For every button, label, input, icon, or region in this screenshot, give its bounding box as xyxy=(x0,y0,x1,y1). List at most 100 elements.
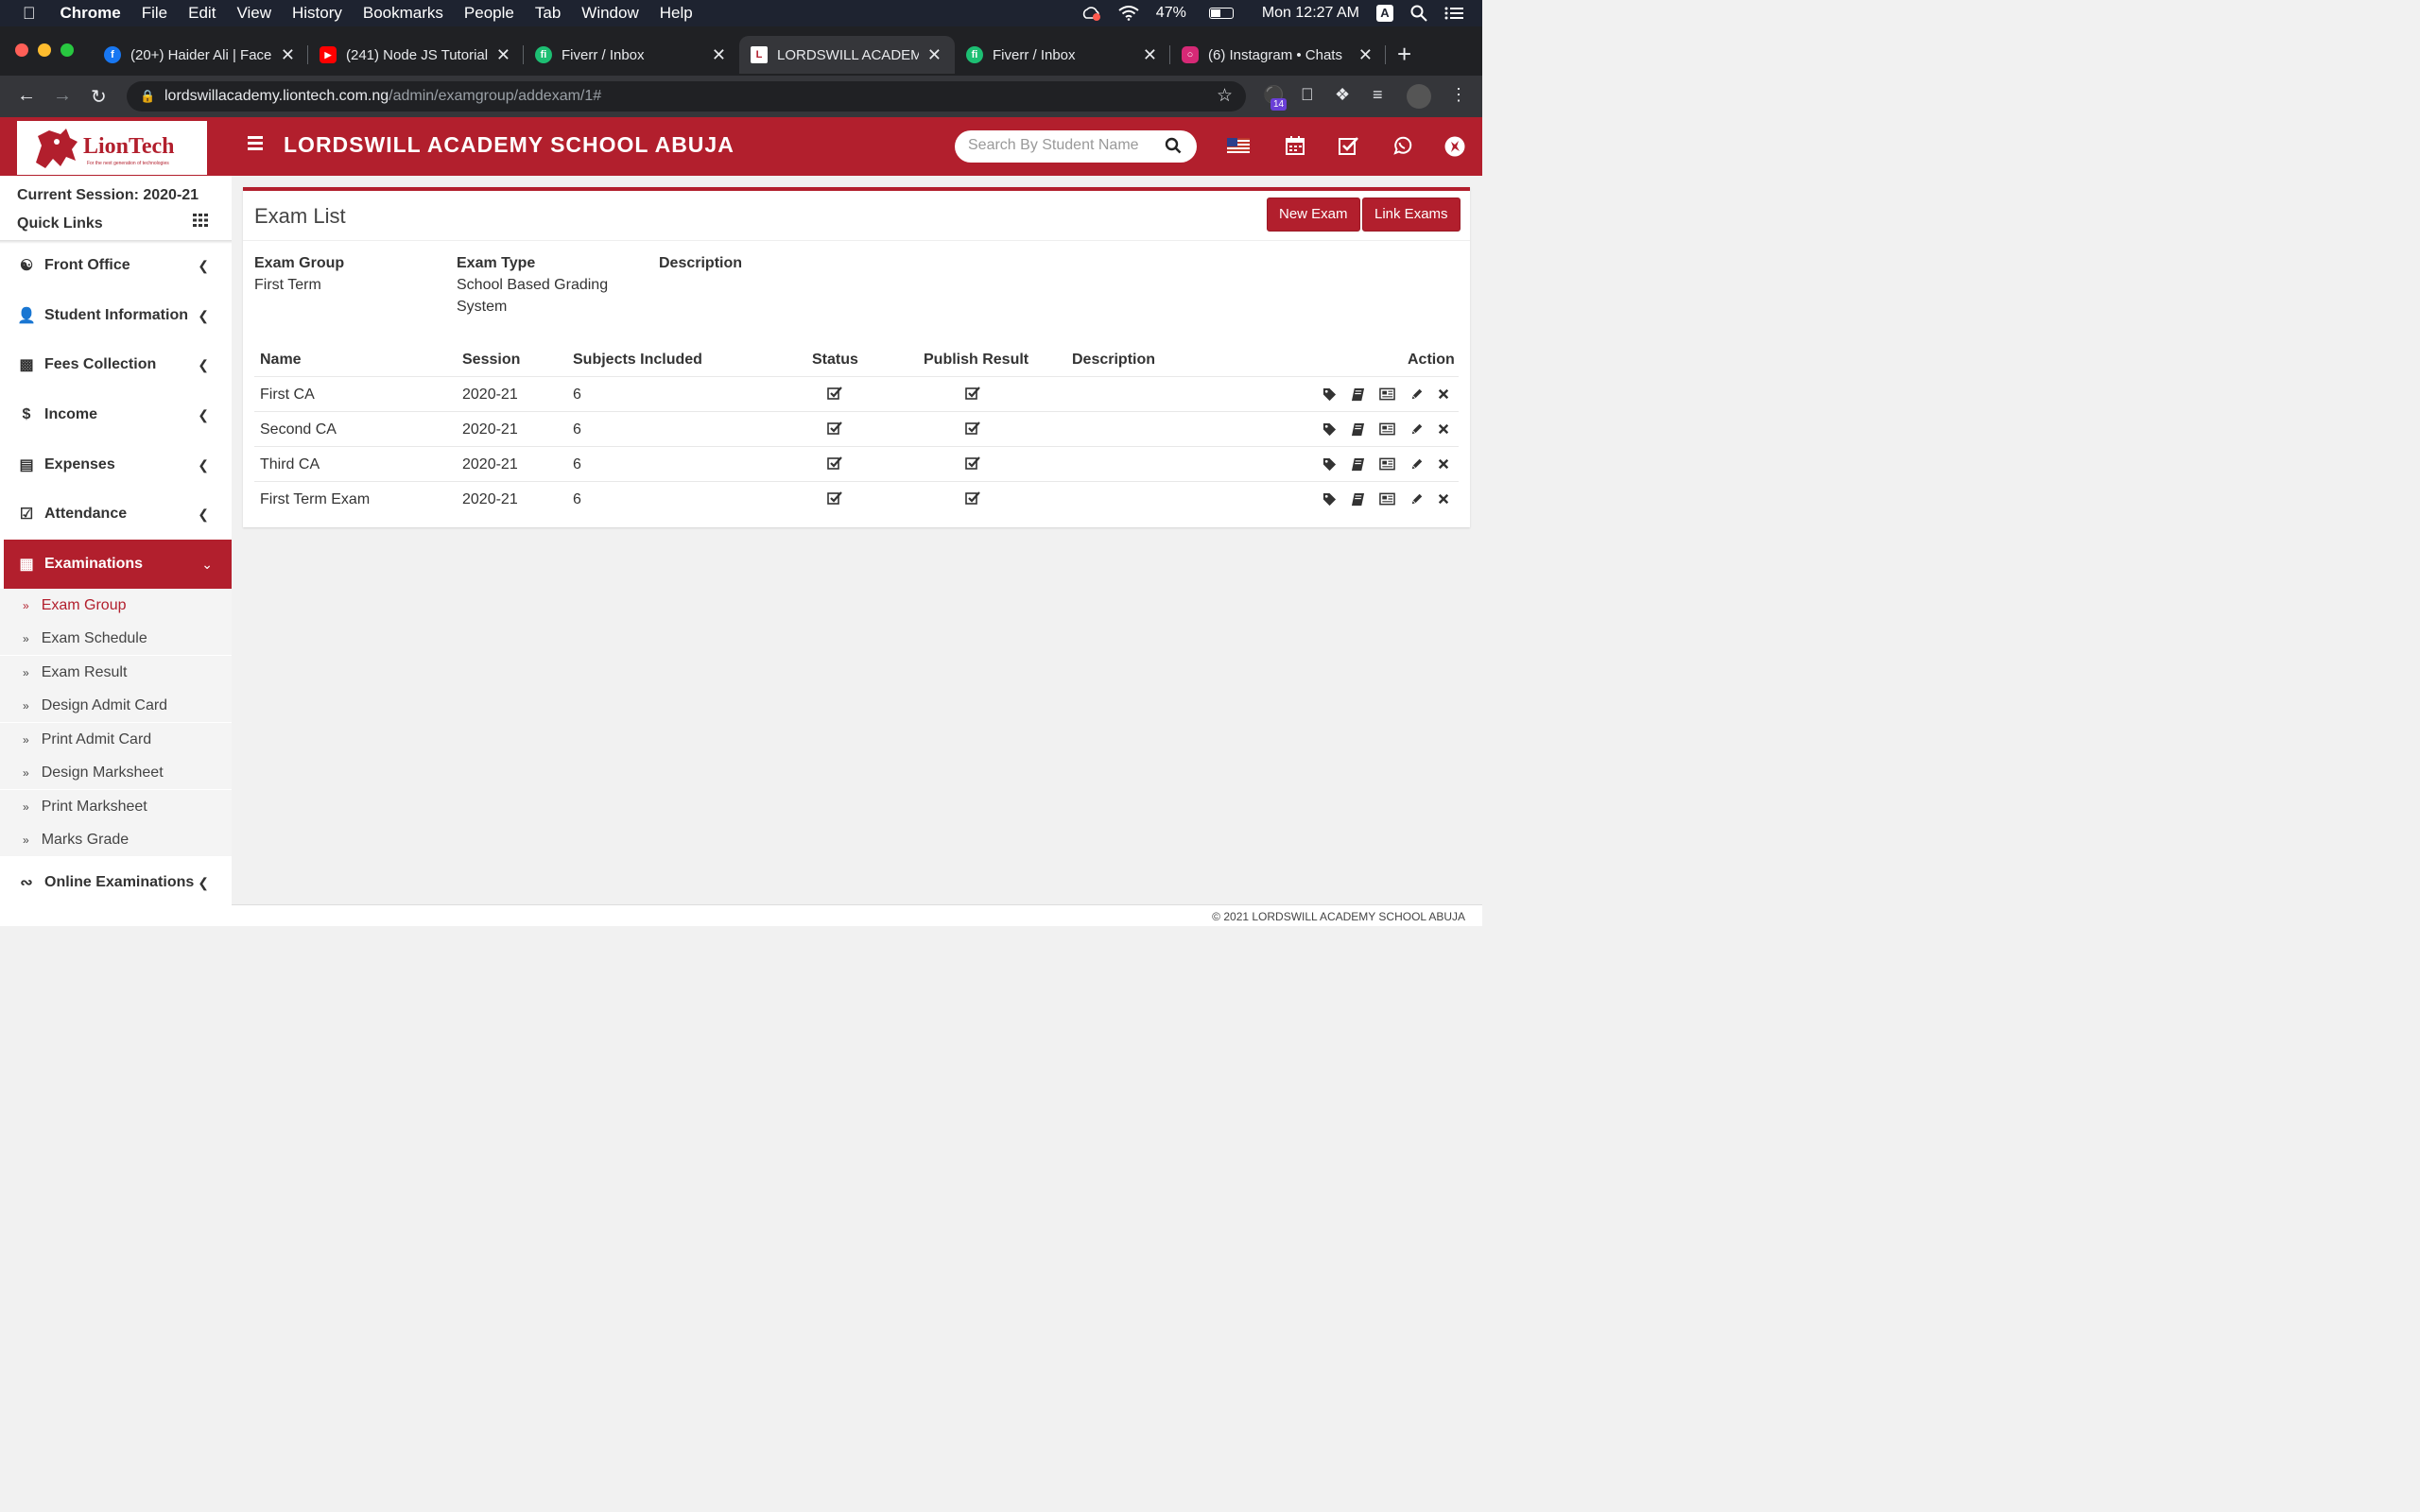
clock[interactable]: Mon 12:27 AM xyxy=(1262,5,1359,22)
newspaper-icon[interactable] xyxy=(1379,422,1395,438)
submenu-exam-result[interactable]: » Exam Result xyxy=(0,656,232,689)
spotlight-search-icon[interactable] xyxy=(1410,5,1427,22)
search-icon[interactable] xyxy=(1165,137,1182,154)
sidebar-item-examinations[interactable]: ▦ Examinations ⌄ xyxy=(4,540,232,589)
delete-x-icon[interactable] xyxy=(1438,422,1453,438)
task-check-icon[interactable] xyxy=(1339,136,1359,155)
book-icon[interactable] xyxy=(1351,387,1366,403)
reload-icon[interactable]: ↻ xyxy=(91,85,107,109)
book-icon[interactable] xyxy=(1351,492,1366,507)
link-exams-button[interactable]: Link Exams xyxy=(1362,198,1461,232)
column-header-status[interactable]: Status xyxy=(812,352,858,369)
student-search-input[interactable] xyxy=(968,137,1148,154)
tag-icon[interactable] xyxy=(1322,492,1338,507)
sidebar-item-fees-collection[interactable]: ▩ Fees Collection ❮ xyxy=(0,340,232,389)
bookmark-star-icon[interactable]: ☆ xyxy=(1217,81,1233,112)
menu-people[interactable]: People xyxy=(464,4,514,23)
extensions-puzzle-icon[interactable]: ❖ xyxy=(1335,85,1350,105)
pencil-icon[interactable] xyxy=(1410,492,1426,507)
column-header-session[interactable]: Session xyxy=(462,352,520,369)
submenu-marks-grade[interactable]: » Marks Grade xyxy=(0,823,232,856)
apple-icon[interactable]:  xyxy=(23,4,36,24)
school-name[interactable]: LORDSWILL ACADEMY SCHOOL ABUJA xyxy=(284,132,735,158)
column-header-subjects[interactable]: Subjects Included xyxy=(573,352,702,369)
menu-window[interactable]: Window xyxy=(581,4,638,23)
browser-tab-instagram[interactable]: ○ (6) Instagram • Chats ✕ xyxy=(1170,36,1386,74)
control-center-icon[interactable] xyxy=(1444,6,1463,21)
calendar-icon[interactable] xyxy=(1286,136,1305,155)
address-bar[interactable]: 🔒 lordswillacademy.liontech.com.ng/admin… xyxy=(127,81,1246,112)
submenu-exam-group[interactable]: » Exam Group xyxy=(0,589,232,622)
sidebar-item-front-office[interactable]: ☯ Front Office ❮ xyxy=(0,241,232,290)
whatsapp-icon[interactable] xyxy=(1392,136,1412,156)
lock-icon[interactable]: 🔒 xyxy=(140,81,155,112)
browser-tab-lordswill-active[interactable]: L LORDSWILL ACADEMY ✕ xyxy=(739,36,955,74)
pencil-icon[interactable] xyxy=(1410,387,1426,403)
book-icon[interactable] xyxy=(1351,422,1366,438)
window-zoom-button[interactable] xyxy=(60,43,74,57)
sidebar-item-expenses[interactable]: ▤ Expenses ❮ xyxy=(0,440,232,490)
grid-icon[interactable] xyxy=(193,214,208,227)
submenu-print-marksheet[interactable]: » Print Marksheet xyxy=(0,790,232,823)
tag-icon[interactable] xyxy=(1322,387,1338,403)
close-tab-icon[interactable]: ✕ xyxy=(1358,45,1373,65)
new-tab-button[interactable]: + xyxy=(1397,42,1411,66)
menu-app-name[interactable]: Chrome xyxy=(60,4,121,23)
tag-icon[interactable] xyxy=(1322,457,1338,472)
close-tab-icon[interactable]: ✕ xyxy=(927,45,942,65)
chrome-menu-icon[interactable]: ⋮ xyxy=(1450,85,1467,105)
sidebar-item-student-information[interactable]: 👤 Student Information ❮ xyxy=(0,291,232,340)
column-header-description[interactable]: Description xyxy=(1072,352,1155,369)
profile-avatar[interactable] xyxy=(1407,84,1431,109)
menu-view[interactable]: View xyxy=(236,4,271,23)
menu-edit[interactable]: Edit xyxy=(188,4,216,23)
back-arrow-icon[interactable]: ← xyxy=(17,85,36,107)
close-tab-icon[interactable]: ✕ xyxy=(281,45,295,65)
liontech-logo[interactable]: LionTech For the next generation of tech… xyxy=(17,121,207,175)
forward-arrow-icon[interactable]: → xyxy=(53,85,72,107)
battery-icon[interactable] xyxy=(1208,8,1234,19)
delete-x-icon[interactable] xyxy=(1438,457,1453,472)
quick-links[interactable]: Quick Links xyxy=(17,215,103,232)
us-flag-icon[interactable] xyxy=(1227,138,1250,153)
pencil-icon[interactable] xyxy=(1410,422,1426,438)
submenu-design-marksheet[interactable]: » Design Marksheet xyxy=(0,756,232,789)
user-avatar-icon[interactable] xyxy=(1444,136,1465,157)
reading-list-icon[interactable]: ≡ xyxy=(1373,85,1383,105)
window-close-button[interactable] xyxy=(15,43,28,57)
new-exam-button[interactable]: New Exam xyxy=(1267,198,1360,232)
close-tab-icon[interactable]: ✕ xyxy=(496,45,510,65)
newspaper-icon[interactable] xyxy=(1379,492,1395,507)
browser-tab-fiverr[interactable]: fi Fiverr / Inbox ✕ xyxy=(524,36,739,74)
browser-tab-youtube[interactable]: ▶ (241) Node JS Tutorial ✕ xyxy=(308,36,524,74)
column-header-name[interactable]: Name xyxy=(260,352,302,369)
apple-extension-icon[interactable]:  xyxy=(1301,85,1314,105)
sidebar-item-online-examinations[interactable]: ∾ Online Examinations ❮ xyxy=(0,858,232,907)
newspaper-icon[interactable] xyxy=(1379,457,1395,472)
column-header-publish-result[interactable]: Publish Result xyxy=(924,352,1028,369)
window-minimize-button[interactable] xyxy=(38,43,51,57)
menu-tab[interactable]: Tab xyxy=(535,4,561,23)
menu-file[interactable]: File xyxy=(142,4,167,23)
submenu-design-admit-card[interactable]: » Design Admit Card xyxy=(0,689,232,722)
menu-history[interactable]: History xyxy=(292,4,342,23)
submenu-print-admit-card[interactable]: » Print Admit Card xyxy=(0,723,232,756)
hamburger-menu-icon[interactable] xyxy=(248,136,263,153)
close-tab-icon[interactable]: ✕ xyxy=(1143,45,1157,65)
creative-cloud-icon[interactable] xyxy=(1080,6,1101,21)
menu-help[interactable]: Help xyxy=(660,4,693,23)
tag-icon[interactable] xyxy=(1322,422,1338,438)
sidebar-item-income[interactable]: $ Income ❮ xyxy=(0,390,232,439)
menu-bookmarks[interactable]: Bookmarks xyxy=(363,4,443,23)
browser-tab-fiverr-2[interactable]: fi Fiverr / Inbox ✕ xyxy=(955,36,1170,74)
sidebar-item-attendance[interactable]: ☑ Attendance ❮ xyxy=(0,490,232,539)
input-source-icon[interactable]: A xyxy=(1376,5,1393,22)
close-tab-icon[interactable]: ✕ xyxy=(712,45,726,65)
book-icon[interactable] xyxy=(1351,457,1366,472)
pencil-icon[interactable] xyxy=(1410,457,1426,472)
newspaper-icon[interactable] xyxy=(1379,387,1395,403)
delete-x-icon[interactable] xyxy=(1438,387,1453,403)
browser-tab-facebook[interactable]: f (20+) Haider Ali | Facebook ✕ xyxy=(93,36,308,74)
submenu-exam-schedule[interactable]: » Exam Schedule xyxy=(0,622,232,655)
delete-x-icon[interactable] xyxy=(1438,492,1453,507)
